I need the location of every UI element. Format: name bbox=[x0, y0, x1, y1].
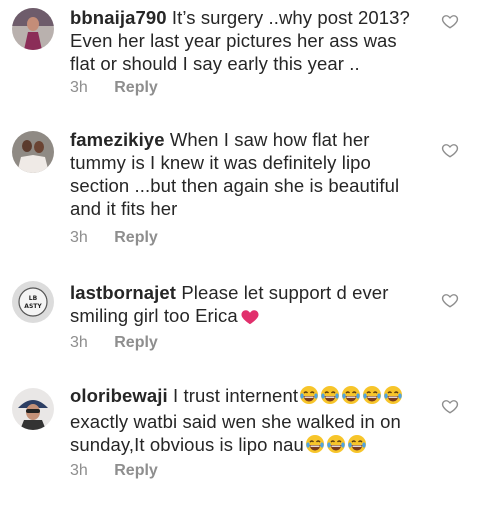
comment-text-line: smiling girl too Erica bbox=[70, 305, 238, 326]
avatar[interactable] bbox=[12, 8, 54, 50]
comment-text-line: sunday,It obvious is lipo nau bbox=[70, 434, 304, 455]
comment-timestamp: 3h bbox=[70, 334, 88, 351]
comment-timestamp: 3h bbox=[70, 229, 88, 246]
heart-outline-icon[interactable] bbox=[441, 291, 459, 309]
reply-button[interactable]: Reply bbox=[114, 229, 158, 246]
comment-username[interactable]: bbnaija790 bbox=[70, 7, 167, 28]
avatar[interactable]: LB ASTY bbox=[12, 281, 54, 323]
comment-text-line: Please let support d ever bbox=[181, 282, 389, 303]
avatar[interactable] bbox=[12, 388, 54, 430]
comment-username[interactable]: oloribewaji bbox=[70, 385, 168, 406]
comment-timestamp: 3h bbox=[70, 462, 88, 479]
reply-button[interactable]: Reply bbox=[114, 462, 158, 479]
comment-text-line: section ...but then again she is beautif… bbox=[70, 175, 400, 196]
comment-text-line: When I saw how flat her bbox=[169, 129, 370, 150]
comment-text-line: exactly watbi said wen she walked in on bbox=[70, 411, 401, 432]
comment-text-line: It’s surgery ..why post 2013? bbox=[171, 7, 410, 28]
heart-outline-icon[interactable] bbox=[441, 141, 459, 159]
face-with-tears-of-joy-icon bbox=[298, 385, 403, 406]
comment-text-line: Even her last year pictures her ass was bbox=[70, 30, 397, 51]
comment-text-line: I trust internent bbox=[172, 385, 299, 406]
comment-text-line: tummy is I knew it was definitely lipo bbox=[70, 152, 371, 173]
reply-button[interactable]: Reply bbox=[114, 334, 158, 351]
comment-username[interactable]: famezikiye bbox=[70, 129, 165, 150]
heart-outline-icon[interactable] bbox=[441, 397, 459, 415]
comment-timestamp: 3h bbox=[70, 79, 88, 96]
avatar[interactable] bbox=[12, 131, 54, 173]
comment-username[interactable]: lastbornajet bbox=[70, 282, 176, 303]
pink-heart-icon bbox=[240, 307, 260, 330]
comment-text-line: and it fits her bbox=[70, 198, 178, 219]
heart-outline-icon[interactable] bbox=[441, 12, 459, 30]
svg-text:ASTY: ASTY bbox=[24, 303, 42, 310]
reply-button[interactable]: Reply bbox=[114, 79, 158, 96]
svg-text:LB: LB bbox=[29, 295, 38, 302]
face-with-tears-of-joy-icon bbox=[304, 434, 367, 455]
comment-text-line: flat or should I say early this year .. bbox=[70, 53, 360, 74]
